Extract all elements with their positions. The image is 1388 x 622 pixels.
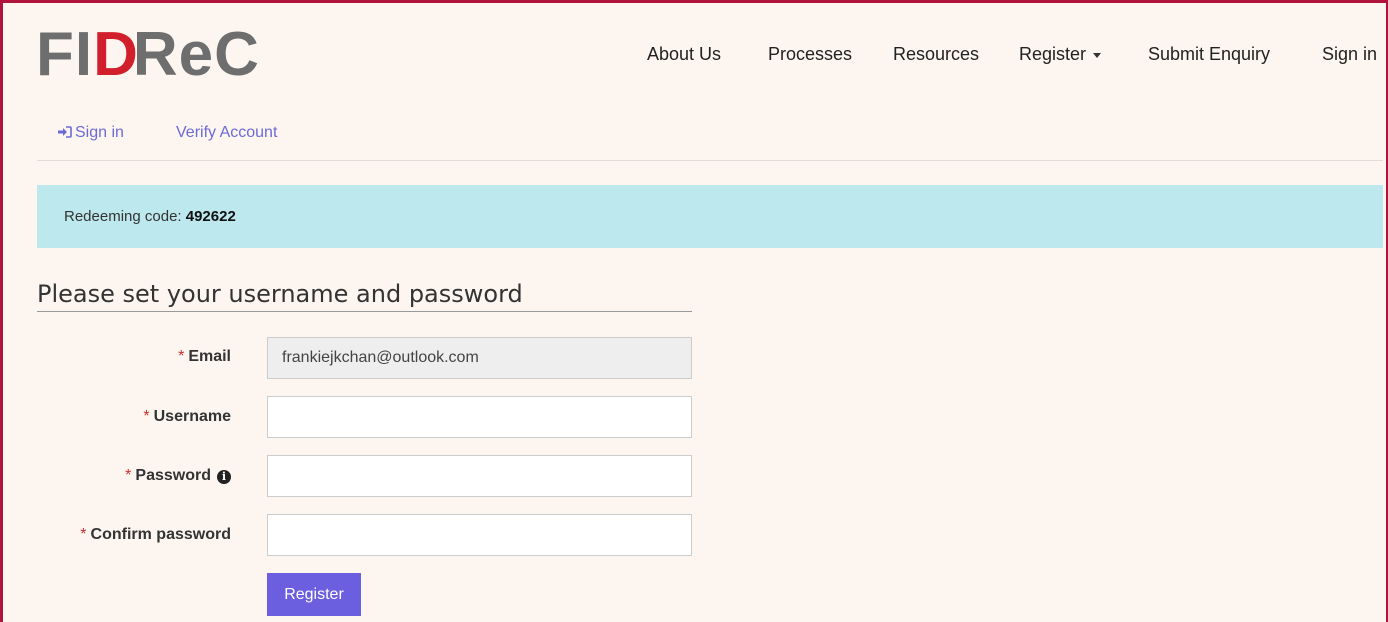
username-input[interactable] [267, 396, 692, 438]
required-marker: * [178, 348, 185, 365]
redeem-code-alert: Redeeming code: 492622 [37, 185, 1383, 248]
confirm-password-input[interactable] [267, 514, 692, 556]
form-title: Please set your username and password [37, 280, 523, 308]
confirm-password-label: * Confirm password [80, 526, 231, 544]
username-label: * Username [143, 408, 231, 426]
sign-in-icon [58, 126, 72, 138]
required-marker: * [143, 408, 150, 425]
subnav-sign-in[interactable]: Sign in [58, 124, 124, 142]
username-label-text: Username [153, 408, 231, 425]
register-button[interactable]: Register [267, 573, 361, 616]
nav-register-label: Register [1019, 44, 1087, 64]
confirm-password-label-text: Confirm password [90, 526, 231, 543]
logo-text-rec: ReC [132, 20, 260, 89]
password-label-text: Password [135, 467, 211, 484]
redeem-code-value: 492622 [185, 208, 236, 225]
logo-text-fi: FI [36, 20, 94, 89]
subnav-sign-in-label: Sign in [75, 124, 124, 141]
fidrec-logo[interactable]: FIDReC [36, 20, 260, 90]
nav-processes[interactable]: Processes [768, 44, 852, 65]
email-field[interactable] [267, 337, 692, 379]
info-icon[interactable]: i [217, 470, 231, 484]
nav-submit-enquiry[interactable]: Submit Enquiry [1148, 44, 1270, 65]
nav-register-dropdown[interactable]: Register [1019, 44, 1102, 65]
form-title-divider [37, 311, 692, 312]
subnav-verify-account[interactable]: Verify Account [176, 124, 277, 142]
nav-about-us[interactable]: About Us [647, 44, 721, 65]
required-marker: * [125, 467, 132, 484]
required-marker: * [80, 526, 87, 543]
caret-down-icon [1093, 52, 1102, 58]
email-label-text: Email [188, 348, 231, 365]
alert-prefix: Redeeming code: [64, 208, 182, 225]
nav-sign-in[interactable]: Sign in [1322, 44, 1377, 65]
password-input[interactable] [267, 455, 692, 497]
nav-resources[interactable]: Resources [893, 44, 979, 65]
email-label: * Email [178, 348, 231, 366]
password-label: * Password i [125, 467, 231, 485]
subnav-divider [37, 160, 1383, 161]
